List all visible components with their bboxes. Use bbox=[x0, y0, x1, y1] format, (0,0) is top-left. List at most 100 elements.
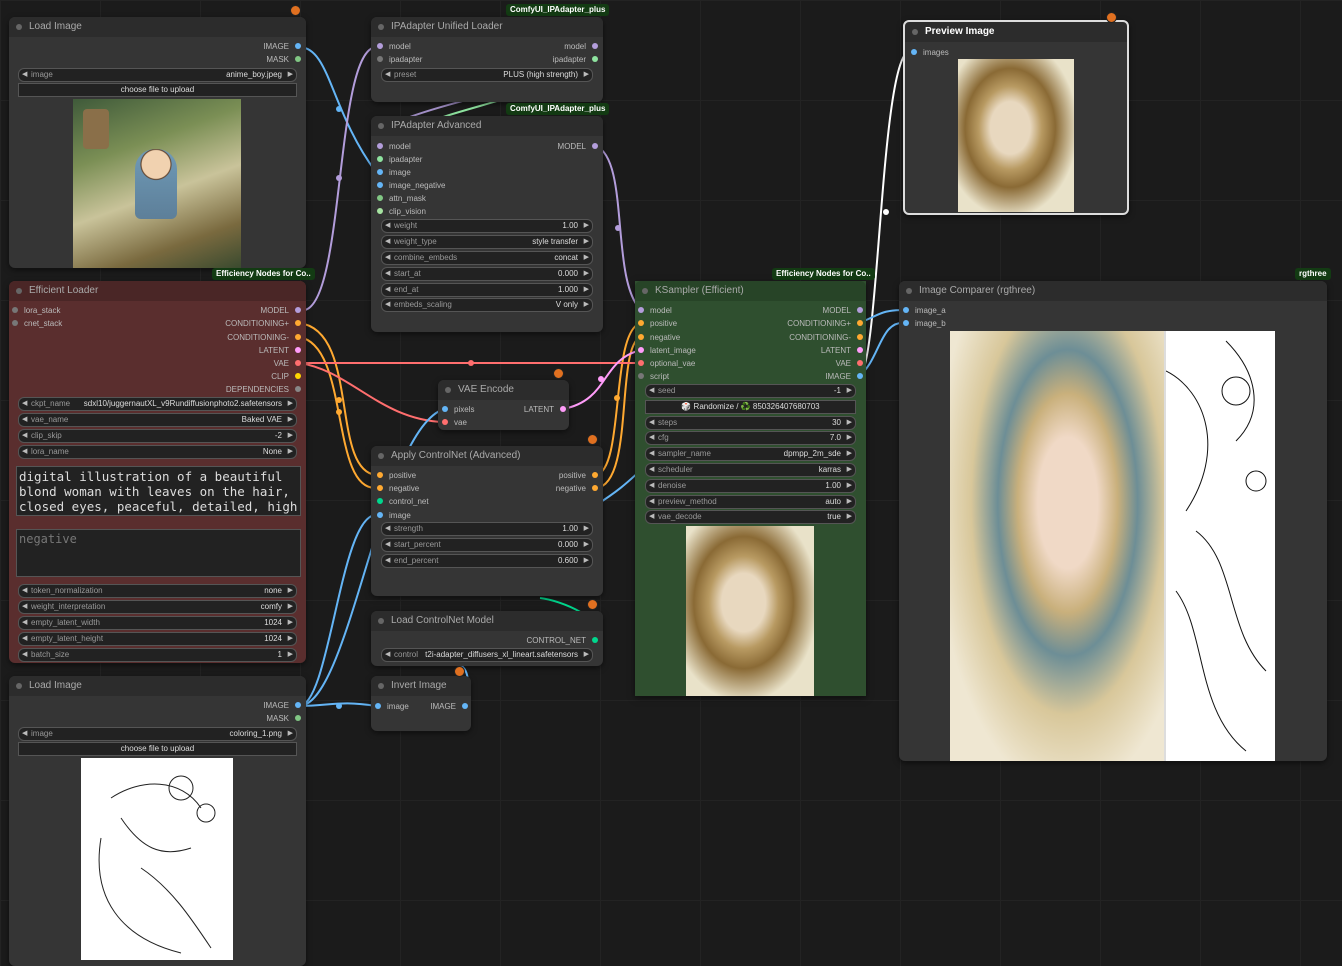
input-model[interactable]: model bbox=[637, 304, 672, 317]
input-ipadapter[interactable]: ipadapter bbox=[376, 153, 422, 166]
input-image-b[interactable]: image_b bbox=[902, 317, 946, 330]
randomize-seed-button[interactable]: 🎲 Randomize / ♻️ 850326407680703 bbox=[645, 400, 856, 414]
steps-widget[interactable]: steps30 bbox=[645, 416, 856, 430]
start-percent-widget[interactable]: start_percent0.000 bbox=[381, 538, 593, 552]
token-normalization-select[interactable]: token_normalizationnone bbox=[18, 584, 297, 598]
output-ipadapter[interactable]: ipadapter bbox=[553, 53, 599, 66]
output-model[interactable]: MODEL bbox=[823, 304, 864, 317]
input-model[interactable]: model bbox=[376, 140, 411, 153]
ipadapter-advanced-node[interactable]: IPAdapter Advanced model ipadapter image… bbox=[371, 116, 603, 332]
input-latent-image[interactable]: latent_image bbox=[637, 344, 696, 357]
apply-controlnet-node[interactable]: Apply ControlNet (Advanced) positive neg… bbox=[371, 434, 603, 596]
output-vae[interactable]: VAE bbox=[274, 357, 302, 370]
input-attn-mask[interactable]: attn_mask bbox=[376, 192, 426, 205]
weight-type-widget[interactable]: weight_typestyle transfer bbox=[381, 235, 593, 249]
input-positive[interactable]: positive bbox=[376, 469, 416, 482]
weight-widget[interactable]: weight1.00 bbox=[381, 219, 593, 233]
collapse-dot[interactable] bbox=[906, 288, 912, 294]
load-controlnet-model-node[interactable]: Load ControlNet Model CONTROL_NET contro… bbox=[371, 599, 603, 666]
output-conditioning-pos[interactable]: CONDITIONING+ bbox=[787, 317, 864, 330]
controlnet-name-select[interactable]: controlt2i-adapter_diffusers_xl_lineart.… bbox=[381, 648, 593, 662]
input-negative[interactable]: negative bbox=[637, 331, 680, 344]
output-dependencies[interactable]: DEPENDENCIES bbox=[226, 383, 302, 396]
output-negative[interactable]: negative bbox=[556, 482, 599, 495]
input-positive[interactable]: positive bbox=[637, 317, 677, 330]
negative-prompt-textarea[interactable]: negative bbox=[16, 529, 301, 577]
vae-encode-node[interactable]: VAE Encode pixels vae LATENT bbox=[438, 368, 569, 430]
preview-method-select[interactable]: preview_methodauto bbox=[645, 495, 856, 509]
upload-button[interactable]: choose file to upload bbox=[18, 83, 297, 97]
output-latent[interactable]: LATENT bbox=[259, 344, 302, 357]
scheduler-select[interactable]: schedulerkarras bbox=[645, 463, 856, 477]
denoise-widget[interactable]: denoise1.00 bbox=[645, 479, 856, 493]
output-image[interactable]: IMAGE bbox=[263, 40, 302, 53]
empty-latent-height-widget[interactable]: empty_latent_height1024 bbox=[18, 632, 297, 646]
output-model[interactable]: MODEL bbox=[558, 140, 599, 153]
output-latent[interactable]: LATENT bbox=[821, 344, 864, 357]
combine-embeds-widget[interactable]: combine_embedsconcat bbox=[381, 251, 593, 265]
image-select[interactable]: imageanime_boy.jpeg bbox=[18, 68, 297, 82]
load-image-node-1[interactable]: Load Image IMAGE MASK imageanime_boy.jpe… bbox=[9, 5, 306, 268]
input-negative[interactable]: negative bbox=[376, 482, 419, 495]
lora-name-select[interactable]: lora_nameNone bbox=[18, 445, 297, 459]
input-ipadapter[interactable]: ipadapter bbox=[376, 53, 422, 66]
input-model[interactable]: model bbox=[376, 40, 411, 53]
input-control-net[interactable]: control_net bbox=[376, 495, 429, 508]
output-image[interactable]: IMAGE bbox=[430, 700, 469, 713]
ipadapter-unified-loader-node[interactable]: IPAdapter Unified Loader model ipadapter… bbox=[371, 17, 603, 102]
input-images[interactable]: images bbox=[910, 46, 949, 59]
collapse-dot[interactable] bbox=[16, 24, 22, 30]
output-conditioning-neg[interactable]: CONDITIONING- bbox=[227, 331, 302, 344]
output-model[interactable]: model bbox=[564, 40, 599, 53]
input-image[interactable]: image bbox=[376, 166, 411, 179]
vae-name-select[interactable]: vae_nameBaked VAE bbox=[18, 413, 297, 427]
output-model[interactable]: MODEL bbox=[261, 304, 302, 317]
input-image[interactable]: image bbox=[376, 509, 411, 522]
preview-image-node[interactable]: Preview Image images bbox=[903, 12, 1129, 215]
collapse-dot[interactable] bbox=[378, 683, 384, 689]
input-script[interactable]: script bbox=[637, 370, 669, 383]
input-cnet-stack[interactable]: cnet_stack bbox=[11, 317, 62, 330]
input-image[interactable]: image bbox=[374, 700, 409, 713]
input-pixels[interactable]: pixels bbox=[441, 403, 474, 416]
clip-skip-widget[interactable]: clip_skip-2 bbox=[18, 429, 297, 443]
collapse-dot[interactable] bbox=[378, 24, 384, 30]
sampler-name-select[interactable]: sampler_namedpmpp_2m_sde bbox=[645, 447, 856, 461]
output-control-net[interactable]: CONTROL_NET bbox=[526, 634, 599, 647]
output-image[interactable]: IMAGE bbox=[825, 370, 864, 383]
strength-widget[interactable]: strength1.00 bbox=[381, 522, 593, 536]
input-image-a[interactable]: image_a bbox=[902, 304, 946, 317]
output-vae[interactable]: VAE bbox=[836, 357, 864, 370]
input-vae[interactable]: vae bbox=[441, 416, 467, 429]
output-image[interactable]: IMAGE bbox=[263, 699, 302, 712]
collapse-dot[interactable] bbox=[16, 288, 22, 294]
output-positive[interactable]: positive bbox=[559, 469, 599, 482]
image-select[interactable]: imagecoloring_1.png bbox=[18, 727, 297, 741]
batch-size-widget[interactable]: batch_size1 bbox=[18, 648, 297, 662]
seed-widget[interactable]: seed-1 bbox=[645, 384, 856, 398]
output-mask[interactable]: MASK bbox=[266, 53, 302, 66]
collapse-dot[interactable] bbox=[378, 618, 384, 624]
input-image-negative[interactable]: image_negative bbox=[376, 179, 445, 192]
upload-button[interactable]: choose file to upload bbox=[18, 742, 297, 756]
collapse-dot[interactable] bbox=[445, 387, 451, 393]
output-conditioning-pos[interactable]: CONDITIONING+ bbox=[225, 317, 302, 330]
positive-prompt-textarea[interactable]: digital illustration of a beautiful blon… bbox=[16, 466, 301, 516]
start-at-widget[interactable]: start_at0.000 bbox=[381, 267, 593, 281]
collapse-dot[interactable] bbox=[378, 453, 384, 459]
collapse-dot[interactable] bbox=[912, 29, 918, 35]
image-comparer-node[interactable]: Image Comparer (rgthree) image_a image_b bbox=[899, 281, 1327, 761]
collapse-dot[interactable] bbox=[642, 288, 648, 294]
output-conditioning-neg[interactable]: CONDITIONING- bbox=[789, 331, 864, 344]
empty-latent-width-widget[interactable]: empty_latent_width1024 bbox=[18, 616, 297, 630]
weight-interpretation-select[interactable]: weight_interpretationcomfy bbox=[18, 600, 297, 614]
output-mask[interactable]: MASK bbox=[266, 712, 302, 725]
preset-select[interactable]: presetPLUS (high strength) bbox=[381, 68, 593, 82]
embeds-scaling-widget[interactable]: embeds_scalingV only bbox=[381, 298, 593, 312]
collapse-dot[interactable] bbox=[378, 123, 384, 129]
ksampler-efficient-node[interactable]: KSampler (Efficient) model positive nega… bbox=[635, 281, 866, 696]
cfg-widget[interactable]: cfg7.0 bbox=[645, 431, 856, 445]
end-at-widget[interactable]: end_at1.000 bbox=[381, 283, 593, 297]
collapse-dot[interactable] bbox=[16, 683, 22, 689]
efficient-loader-node[interactable]: Efficient Loader lora_stack cnet_stack M… bbox=[9, 281, 306, 663]
